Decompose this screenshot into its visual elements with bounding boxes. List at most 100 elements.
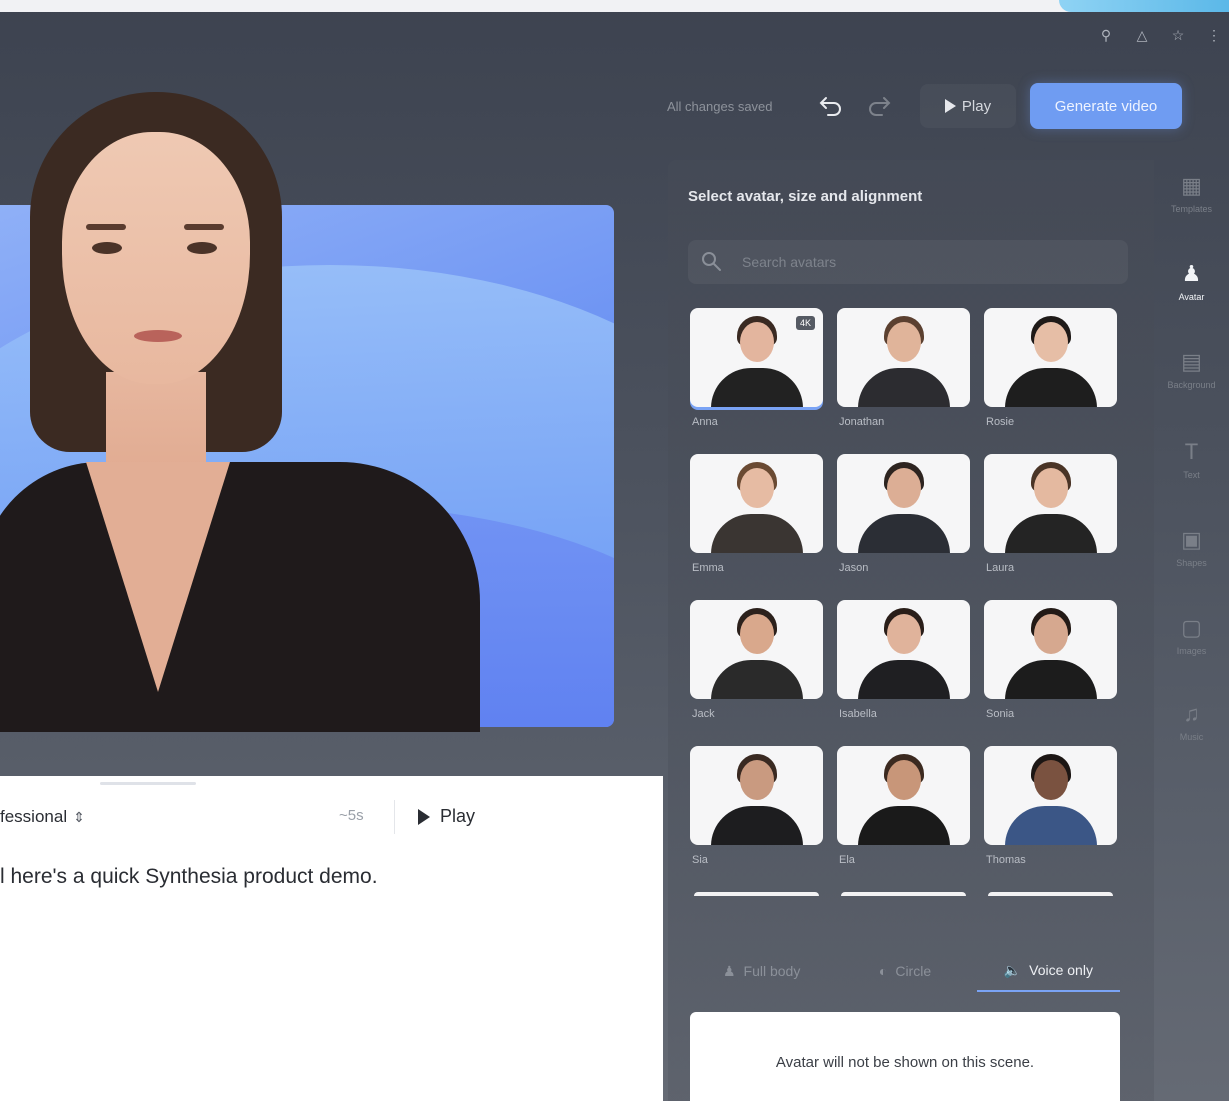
sidebar-item-label: Avatar: [1178, 292, 1205, 302]
avatar-name: Sonia: [986, 708, 1015, 720]
preview-play-label: Play: [961, 97, 992, 115]
avatar-figure[interactable]: [0, 92, 480, 732]
tab-circle[interactable]: ◐ Circle: [833, 950, 976, 992]
avatar-card[interactable]: Emma: [690, 454, 823, 600]
avatar-card[interactable]: Jason: [837, 454, 970, 600]
right-sidebar: ▦ Templates ♟ Avatar ▤ Background T Text…: [1154, 160, 1229, 1101]
redo-button[interactable]: [863, 90, 895, 122]
tab-full-body[interactable]: ♟ Full body: [690, 950, 833, 992]
avatar-thumbnail: [837, 746, 970, 845]
layout-icon: ▦: [1181, 173, 1202, 198]
avatar-grid-overflow: [694, 892, 1124, 896]
thumb-body: [710, 806, 803, 845]
sidebar-item-music[interactable]: ♫ Music: [1154, 702, 1229, 772]
sidebar-item-text[interactable]: T Text: [1154, 440, 1229, 510]
avatar-card[interactable]: Sonia: [984, 600, 1117, 746]
avatar-name: Emma: [692, 562, 724, 574]
play-icon: [944, 99, 956, 113]
sidebar-item-label: Background: [1167, 380, 1216, 390]
script-text[interactable]: l here's a quick Synthesia product demo.: [0, 865, 378, 889]
shapes-icon: ▣: [1181, 527, 1202, 552]
script-editor: fessional ⇕ ~5s Play l here's a quick Syn…: [0, 776, 663, 1101]
speaker-icon: 🔈: [1003, 961, 1022, 978]
avatar-name: Jason: [839, 562, 869, 574]
avatar-card[interactable]: Isabella: [837, 600, 970, 746]
undo-icon: [819, 97, 841, 116]
avatar-card[interactable]: Thomas: [984, 746, 1117, 892]
image-icon: ▢: [1181, 615, 1202, 640]
avatar-neckline: [86, 462, 230, 692]
avatar-thumbnail: 4K: [690, 308, 823, 407]
avatar-size-tabs: ♟ Full body ◐ Circle 🔈 Voice only: [690, 950, 1120, 992]
avatar-thumbnail: [984, 600, 1117, 699]
sidebar-item-label: Templates: [1170, 204, 1213, 214]
quality-badge: 4K: [795, 316, 815, 330]
sidebar-item-avatar[interactable]: ♟ Avatar: [1154, 262, 1229, 332]
sidebar-item-label: Music: [1179, 732, 1204, 742]
thumb-body: [710, 368, 803, 407]
thumb-head: [739, 614, 774, 654]
sidebar-item-shapes[interactable]: ▣ Shapes: [1154, 528, 1229, 598]
more-icon[interactable]: ⋮: [1205, 26, 1223, 44]
avatar-card[interactable]: Rosie: [984, 308, 1117, 454]
avatar-thumbnail: [984, 454, 1117, 553]
avatar-thumbnail: [984, 746, 1117, 845]
star-icon[interactable]: ☆: [1169, 26, 1187, 44]
avatar-card[interactable]: Sia: [690, 746, 823, 892]
avatar-body: [0, 462, 480, 732]
avatar-name: Rosie: [986, 416, 1015, 428]
avatar-card-partial[interactable]: [841, 892, 966, 896]
avatar-name: Laura: [986, 562, 1015, 574]
panel-handle[interactable]: [100, 782, 196, 785]
tab-voice-only[interactable]: 🔈 Voice only: [976, 950, 1120, 992]
browser-tab-accent: [1059, 0, 1229, 12]
avatar-eye: [92, 242, 122, 254]
thumb-body: [1004, 660, 1097, 699]
thumb-head: [1033, 614, 1068, 654]
chevron-updown-icon: ⇕: [73, 809, 85, 825]
voice-only-message: Avatar will not be shown on this scene.: [775, 1054, 1035, 1071]
search-input[interactable]: [742, 250, 1102, 274]
sidebar-item-label: Text: [1183, 470, 1200, 480]
zoom-icon[interactable]: ⚲: [1097, 26, 1115, 44]
avatar-search[interactable]: [688, 240, 1128, 284]
share-icon[interactable]: △: [1133, 26, 1151, 44]
thumb-body: [1004, 368, 1097, 407]
avatar-card-partial[interactable]: [694, 892, 819, 896]
thumb-body: [710, 514, 803, 553]
avatar-thumbnail: [690, 600, 823, 699]
voice-select-value: fessional: [0, 807, 68, 826]
script-play-label: Play: [440, 806, 476, 826]
preview-play-button[interactable]: Play: [920, 84, 1016, 128]
sidebar-item-background[interactable]: ▤ Background: [1154, 350, 1229, 420]
thumb-body: [1004, 514, 1097, 553]
sidebar-item-templates[interactable]: ▦ Templates: [1154, 174, 1229, 244]
avatar-card[interactable]: Jonathan: [837, 308, 970, 454]
script-play-button[interactable]: Play: [418, 806, 475, 827]
avatar-card[interactable]: Laura: [984, 454, 1117, 600]
voice-only-notice: Avatar will not be shown on this scene.: [690, 1012, 1120, 1101]
circle-avatar-icon: ◐: [878, 963, 888, 979]
avatar-thumbnail: [984, 308, 1117, 407]
thumb-head: [886, 322, 921, 362]
undo-button[interactable]: [815, 90, 847, 122]
avatar-eye: [187, 242, 217, 254]
avatar-thumbnail: [690, 454, 823, 553]
avatar-thumbnail: [837, 600, 970, 699]
sidebar-item-images[interactable]: ▢ Images: [1154, 616, 1229, 686]
avatar-card[interactable]: Jack: [690, 600, 823, 746]
avatar-thumbnail: [837, 308, 970, 407]
avatar-card[interactable]: Ela: [837, 746, 970, 892]
music-icon: ♫: [1183, 701, 1200, 726]
avatar-card[interactable]: 4K Anna: [690, 308, 823, 454]
avatar-card-partial[interactable]: [988, 892, 1113, 896]
voice-select[interactable]: fessional ⇕: [0, 807, 85, 827]
avatar-name: Jack: [692, 708, 715, 720]
thumb-head: [886, 614, 921, 654]
generate-video-button[interactable]: Generate video: [1030, 83, 1182, 129]
avatar-brow: [86, 224, 126, 230]
user-icon: ♟: [1181, 261, 1202, 286]
person-icon: ♟: [722, 962, 736, 979]
redo-icon: [869, 97, 891, 116]
avatar-brow: [184, 224, 224, 230]
